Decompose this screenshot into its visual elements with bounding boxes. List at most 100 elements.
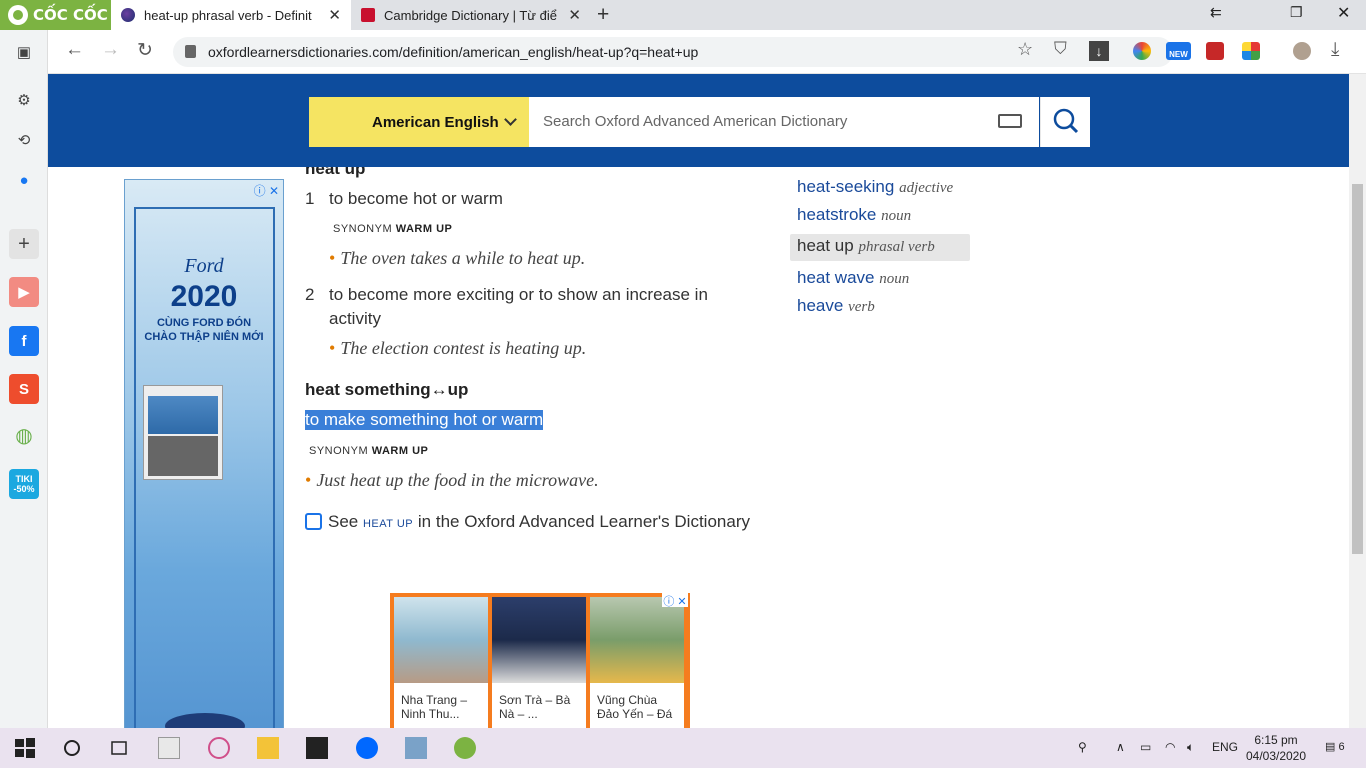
sense-definition: to become more exciting or to show an in… <box>329 285 708 304</box>
search-button[interactable] <box>1040 97 1090 147</box>
restore-button[interactable]: ❐ <box>1290 4 1303 21</box>
coccoc-icon[interactable]: ◍ <box>9 420 39 450</box>
close-tab-icon[interactable]: ✕ <box>568 6 581 24</box>
synonym-label: SYNONYM <box>309 445 369 457</box>
ad-calendar-image <box>143 385 223 480</box>
notification-count: 6 <box>1338 741 1345 753</box>
nearby-word-item[interactable]: heat-seeking adjective <box>790 177 960 197</box>
synonym-label: SYNONYM <box>333 223 393 235</box>
part-of-speech: verb <box>848 299 875 315</box>
ad-card[interactable]: Vũng Chùa Đảo Yến – Đá <box>590 597 684 728</box>
ad-card-image <box>590 597 684 683</box>
nearby-word-item[interactable]: heatstroke noun <box>790 205 918 225</box>
brand-label: CỐC CỐC <box>33 6 108 24</box>
scrollbar-thumb[interactable] <box>1352 184 1363 554</box>
synonym-line: SYNONYM WARM UP <box>309 445 428 457</box>
show-hidden-icons[interactable]: ∧ <box>1116 740 1125 754</box>
zalo-icon[interactable] <box>356 737 378 759</box>
settings-icon[interactable]: ⚙ <box>9 85 39 115</box>
close-window-button[interactable]: ✕ <box>1337 3 1350 23</box>
ad-card-image <box>394 597 488 683</box>
bottom-banner-ad[interactable]: Nha Trang – Ninh Thu... Sơn Trà – Bà Nà – … <box>390 593 690 728</box>
page-scrollbar[interactable] <box>1349 74 1366 728</box>
close-tab-icon[interactable]: ✕ <box>328 6 341 24</box>
sense-definition-cont: activity <box>329 309 381 328</box>
headword: heat up <box>305 167 366 178</box>
browser-sidebar: ▣ ⚙ ⟲ ● + ▶ f S ◍ TIKI -50% <box>0 30 48 728</box>
back-button[interactable]: ← <box>65 39 84 61</box>
search-icon[interactable] <box>61 737 83 759</box>
search-input[interactable]: Search Oxford Advanced American Dictiona… <box>529 97 1039 147</box>
ad-close-icon[interactable]: ⓘ ✕ <box>662 593 688 608</box>
app-icon[interactable] <box>306 737 328 759</box>
tab-cambridge[interactable]: Cambridge Dictionary | Từ điể ✕ <box>351 0 591 30</box>
chevron-down-icon <box>504 113 517 126</box>
cambridge-favicon-icon <box>361 8 375 22</box>
chrome-extension-icon[interactable] <box>1133 42 1151 60</box>
coccoc-taskbar-icon[interactable] <box>454 737 476 759</box>
shield-icon[interactable]: ⛉ <box>1054 39 1067 59</box>
dictionary-dropdown[interactable]: American English <box>309 97 529 147</box>
example-sentence: • The election contest is heating up. <box>329 338 587 358</box>
nearby-word-item-active[interactable]: heat up phrasal verb <box>790 234 970 261</box>
example-sentence: • Just heat up the food in the microwave. <box>305 470 599 490</box>
downloads-icon[interactable]: ⤓ <box>1331 39 1339 61</box>
add-shortcut-button[interactable]: + <box>9 229 39 259</box>
new-tab-button[interactable]: + <box>597 3 609 27</box>
minimize-button[interactable]: ⇇ <box>1210 4 1222 21</box>
history-icon[interactable]: ⟲ <box>9 125 39 155</box>
app-icon[interactable] <box>208 737 230 759</box>
selected-definition[interactable]: to make something hot or warm <box>305 410 544 430</box>
nearby-word: heat wave <box>797 268 875 287</box>
battery-icon[interactable]: ▭ <box>1140 740 1151 754</box>
red-extension-icon[interactable] <box>1206 42 1224 60</box>
tab-oxford[interactable]: heat-up phrasal verb - Definit ✕ <box>111 0 351 30</box>
ad-tagline-2: CHÀO THẬP NIÊN MỚI <box>144 331 264 343</box>
sense-number: 1 <box>305 189 315 208</box>
see-word[interactable]: HEAT UP <box>363 518 413 530</box>
windows-start-icon[interactable] <box>14 737 36 759</box>
keyboard-icon[interactable] <box>998 114 1022 128</box>
ad-card[interactable]: Sơn Trà – Bà Nà – ... <box>492 597 586 728</box>
app-icon[interactable] <box>158 737 180 759</box>
ad-close-icon[interactable]: ⓘ ✕ <box>254 182 279 199</box>
clock-date: 04/03/2020 <box>1245 749 1307 763</box>
app-icon[interactable] <box>405 737 427 759</box>
ad-card-caption: Nha Trang – Ninh Thu... <box>401 693 468 721</box>
color-extension-icon[interactable] <box>1242 42 1260 60</box>
messenger-icon[interactable]: ● <box>9 165 39 195</box>
download-page-icon[interactable]: ↓ <box>1089 41 1109 61</box>
nearby-word-item[interactable]: heat wave noun <box>790 268 916 288</box>
synonym-word[interactable]: WARM UP <box>372 445 429 457</box>
see-prefix: See <box>328 512 359 531</box>
see-also-link[interactable]: See HEAT UP in the Oxford Advanced Learn… <box>305 512 750 532</box>
facebook-icon[interactable]: f <box>9 326 39 356</box>
file-explorer-icon[interactable] <box>257 737 279 759</box>
profile-avatar[interactable] <box>1293 42 1311 60</box>
search-icon <box>1053 108 1079 134</box>
new-extension-icon[interactable]: NEW <box>1166 42 1191 60</box>
task-view-icon[interactable] <box>108 737 130 759</box>
forward-button[interactable]: → <box>101 39 120 61</box>
reload-button[interactable]: ↻ <box>137 39 153 62</box>
language-indicator[interactable]: ENG <box>1212 740 1238 754</box>
nearby-word: heave <box>797 296 844 315</box>
ad-card[interactable]: Nha Trang – Ninh Thu... <box>394 597 488 728</box>
volume-icon[interactable]: 🔈︎ <box>1187 740 1194 755</box>
left-banner-ad[interactable]: ⓘ ✕ Ford 2020 CÙNG FORD ĐÓN CHÀO THẬP NI… <box>124 179 284 728</box>
shopee-icon[interactable]: S <box>9 374 39 404</box>
tiki-icon[interactable]: TIKI -50% <box>9 469 39 499</box>
system-clock[interactable]: 6:15 pm 04/03/2020 <box>1236 732 1316 764</box>
notification-center-icon[interactable]: ▤ 6 <box>1325 740 1345 753</box>
sidebar-toggle-icon[interactable]: ▣ <box>9 37 39 67</box>
dropdown-label: American English <box>372 113 499 131</box>
coccoc-menu-button[interactable]: CỐC CỐC <box>0 0 111 30</box>
bookmark-star-icon[interactable]: ☆ <box>1017 39 1033 60</box>
people-icon[interactable]: ⚲ <box>1078 740 1087 754</box>
youtube-icon[interactable]: ▶ <box>9 277 39 307</box>
nearby-word-item[interactable]: heave verb <box>790 296 882 316</box>
wifi-icon[interactable]: ◠ <box>1165 740 1175 754</box>
phrase-headword: heat something↔up <box>305 380 469 399</box>
part-of-speech: adjective <box>899 180 954 196</box>
synonym-word[interactable]: WARM UP <box>396 223 453 235</box>
